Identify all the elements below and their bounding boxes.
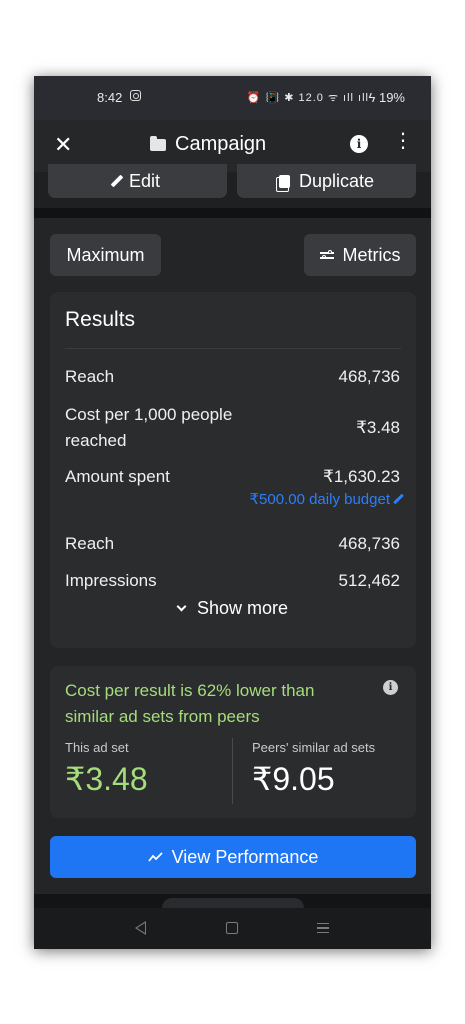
metric-label: Reach (65, 534, 115, 553)
peer-comparison-message: Cost per result is 62% lower than simila… (65, 681, 315, 726)
metric-label: Cost per 1,000 people reached (65, 405, 233, 450)
this-ad-set-label: This ad set (65, 740, 129, 755)
home-icon[interactable] (226, 922, 238, 934)
close-icon[interactable]: ✕ (54, 132, 72, 158)
view-performance-button[interactable]: View Performance (50, 836, 416, 878)
show-more-label: Show more (196, 598, 289, 618)
status-time: 8:42 (97, 90, 123, 105)
status-indicators: ⏰ 📳 ✱ 12.0 ᯤ ıll ıll (246, 92, 369, 104)
edit-label: Edit (128, 170, 161, 191)
info-icon[interactable]: i (383, 680, 398, 695)
info-icon[interactable]: i (350, 135, 368, 153)
daily-budget-link[interactable]: ₹500.00 daily budget (249, 490, 404, 508)
more-options-icon[interactable]: ⋮ (393, 131, 413, 151)
view-performance-label: View Performance (171, 846, 319, 867)
recents-icon[interactable] (317, 923, 329, 933)
peer-comparison-card: Cost per result is 62% lower than simila… (50, 666, 416, 818)
edit-button[interactable]: Edit (48, 164, 227, 198)
maximum-label: Maximum (66, 244, 145, 265)
results-divider (65, 348, 401, 349)
pencil-icon (393, 493, 404, 505)
metric-value: 468,736 (338, 367, 400, 386)
budget-label: ₹500.00 daily budget (249, 491, 391, 508)
metrics-button[interactable]: Metrics (304, 234, 416, 276)
metric-label: Impressions (65, 571, 157, 590)
metric-label: Reach (65, 367, 115, 386)
duplicate-label: Duplicate (298, 170, 375, 191)
column-divider (232, 738, 233, 804)
chevron-down-icon (176, 601, 187, 612)
page-title: Campaign (175, 133, 267, 155)
metric-value: 468,736 (338, 534, 400, 553)
header-title-group: Campaign (150, 133, 266, 156)
metric-value: ₹3.48 (356, 418, 400, 437)
phone-screen: 8:42 ⏰ 📳 ✱ 12.0 ᯤ ıll ıll ϟ 19% ✕ Campai… (34, 76, 431, 949)
instagram-icon (130, 90, 141, 101)
duplicate-icon (275, 174, 290, 192)
back-icon[interactable] (135, 921, 146, 935)
metric-value: ₹1,630.23 (323, 467, 400, 486)
sheet-handle (162, 898, 304, 908)
pencil-icon (110, 174, 124, 188)
metrics-label: Metrics (342, 244, 401, 265)
metric-value: 512,462 (338, 571, 400, 590)
folder-icon (150, 135, 166, 151)
section-divider (34, 208, 431, 218)
status-bar: 8:42 ⏰ 📳 ✱ 12.0 ᯤ ıll ıll ϟ 19% (34, 76, 431, 120)
trend-chart-icon (147, 852, 163, 862)
maximum-button[interactable]: Maximum (50, 234, 161, 276)
main-content: Maximum Metrics Results Reach 468,736 Co… (34, 218, 431, 894)
this-ad-set-value: ₹3.48 (65, 761, 148, 797)
battery-indicator: ϟ 19% (368, 90, 405, 105)
results-title: Results (65, 308, 136, 331)
sliders-icon (319, 250, 334, 260)
action-row: Edit Duplicate (34, 164, 431, 208)
peers-value: ₹9.05 (252, 761, 335, 797)
metric-row-cpm: Cost per 1,000 people reached ₹3.48 (65, 402, 400, 454)
show-more-button[interactable]: Show more (50, 598, 416, 619)
results-card: Results Reach 468,736 Cost per 1,000 peo… (50, 292, 416, 648)
peers-label: Peers' similar ad sets (252, 740, 376, 755)
duplicate-button[interactable]: Duplicate (237, 164, 416, 198)
metric-label: Amount spent (65, 467, 170, 486)
system-nav-bar (34, 908, 431, 949)
